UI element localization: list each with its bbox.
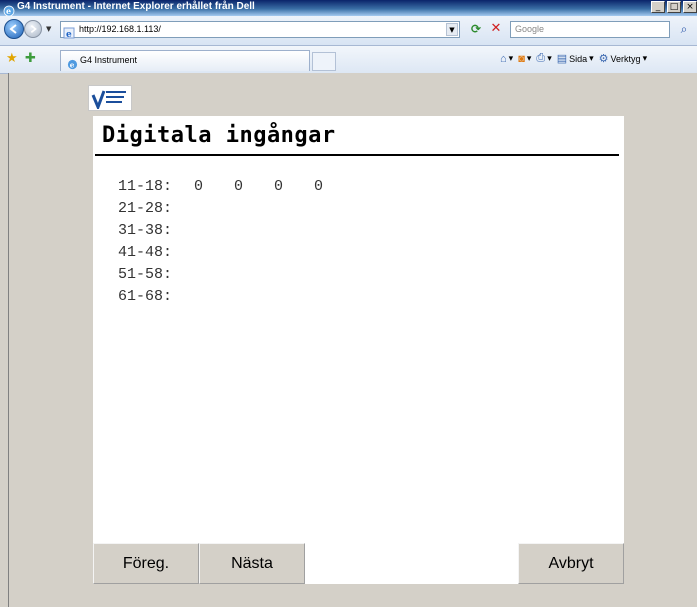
command-bar: ⌂ ▾ ◙ ▾ ⎙ ▾ ▤ Sida ▾ ⚙ Verktyg ▾: [500, 52, 647, 65]
next-button[interactable]: Nästa: [199, 543, 305, 584]
main-panel: Digitala ingångar 11-18: 0 0 0 0 21-28: 31-38:…: [93, 116, 624, 584]
url-dropdown-icon[interactable]: ▼: [446, 23, 458, 36]
new-tab-button[interactable]: [312, 52, 336, 71]
svg-text:e: e: [70, 60, 75, 69]
add-favorite-icon[interactable]: ✚: [25, 51, 36, 66]
search-icon[interactable]: ⌕: [674, 21, 694, 38]
tools-menu-label: Verktyg: [610, 53, 641, 64]
input-value: 0: [314, 178, 324, 195]
page-title: Digitala ingångar: [102, 123, 336, 148]
print-button[interactable]: ⎙ ▾: [536, 52, 551, 65]
input-row: 31-38:: [118, 220, 354, 242]
maximize-button[interactable]: □: [667, 1, 681, 13]
input-group-label: 61-68:: [118, 288, 173, 305]
tab-g4-instrument[interactable]: e G4 Instrument: [60, 50, 310, 71]
input-row: 61-68:: [118, 286, 354, 308]
vishay-logo: [88, 85, 132, 111]
previous-button[interactable]: Föreg.: [93, 543, 199, 584]
input-group-label: 11-18:: [118, 178, 173, 195]
page-menu-label: Sida: [569, 53, 588, 64]
input-row: 41-48:: [118, 242, 354, 264]
ie-tab-icon: e: [67, 55, 78, 69]
arrow-left-icon: [9, 24, 17, 34]
input-row: 51-58:: [118, 264, 354, 286]
input-row: 21-28:: [118, 198, 354, 220]
input-group-label: 41-48:: [118, 244, 173, 261]
input-value: 0: [274, 178, 284, 195]
input-list: 11-18: 0 0 0 0 21-28: 31-38: 41-48: 51-58: 61-68:: [118, 176, 354, 308]
input-group-label: 51-58:: [118, 266, 173, 283]
address-bar-row: ▼ e http://192.168.1.113/ ▼ ⟳ ✕ Google ⌕: [0, 16, 697, 46]
printer-icon: ⎙: [536, 52, 546, 64]
home-icon: ⌂: [500, 52, 507, 65]
page-menu[interactable]: ▤ Sida ▾: [557, 52, 594, 65]
input-value: 0: [194, 178, 204, 195]
input-group-label: 21-28:: [118, 200, 173, 217]
search-input[interactable]: Google: [510, 21, 670, 38]
url-text: http://192.168.1.113/: [79, 24, 161, 34]
svg-text:e: e: [66, 30, 72, 39]
minimize-button[interactable]: _: [651, 1, 665, 13]
input-group-label: 31-38:: [118, 222, 173, 239]
home-button[interactable]: ⌂ ▾: [500, 53, 513, 65]
ie-page-icon: e: [63, 24, 75, 40]
favorites-star-icon[interactable]: ★: [6, 51, 18, 66]
heading-divider: [95, 154, 619, 156]
cancel-button[interactable]: Avbryt: [518, 543, 624, 584]
ie-logo-icon: e: [3, 2, 15, 17]
window-title: G4 Instrument - Internet Explorer erhåll…: [17, 1, 255, 12]
tab-label: G4 Instrument: [80, 55, 138, 65]
tab-command-bar: ★ ✚ e G4 Instrument ⌂ ▾ ◙ ▾ ⎙ ▾ ▤ Sida ▾ ⚙ Ver…: [0, 46, 697, 74]
feeds-button[interactable]: ◙ ▾: [518, 53, 531, 65]
close-button[interactable]: ×: [683, 1, 697, 13]
svg-text:e: e: [6, 6, 11, 16]
search-placeholder: Google: [515, 24, 545, 34]
window-titlebar: e G4 Instrument - Internet Explorer erhå…: [0, 0, 697, 17]
input-row: 11-18: 0 0 0 0: [118, 176, 354, 198]
tools-menu[interactable]: ⚙ Verktyg ▾: [599, 52, 647, 65]
forward-button[interactable]: [24, 20, 42, 38]
address-field[interactable]: e http://192.168.1.113/ ▼: [60, 21, 460, 40]
input-value: 0: [234, 178, 244, 195]
refresh-icon[interactable]: ⟳: [468, 21, 484, 37]
page-icon: ▤: [556, 53, 568, 65]
rss-icon: ◙: [518, 52, 525, 65]
arrow-right-icon: [30, 25, 37, 33]
history-dropdown-icon[interactable]: ▼: [46, 25, 51, 33]
stop-icon[interactable]: ✕: [488, 21, 504, 37]
back-button[interactable]: [4, 19, 24, 39]
gear-icon: ⚙: [598, 53, 609, 65]
window-controls: _ □ ×: [651, 1, 697, 13]
button-bar: Föreg. Nästa Avbryt: [93, 543, 624, 584]
